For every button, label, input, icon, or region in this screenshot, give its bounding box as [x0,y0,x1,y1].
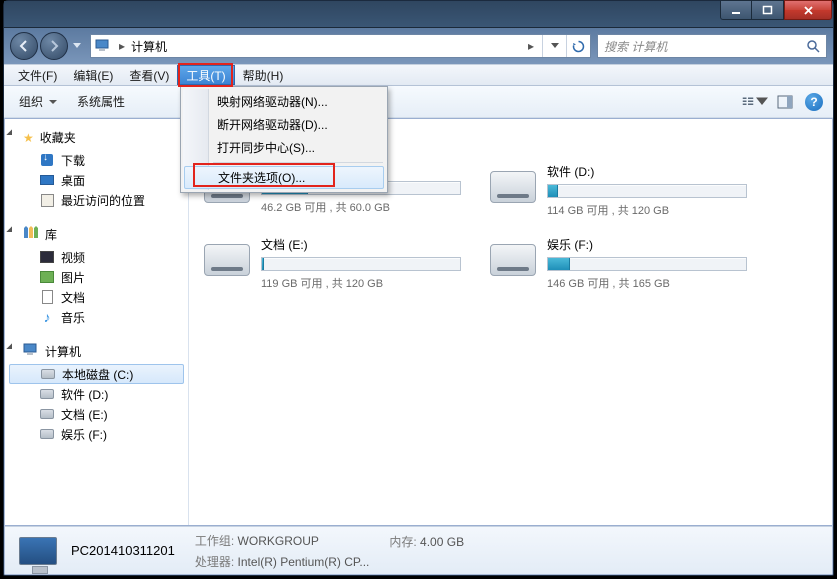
menubar: 文件(F) 编辑(E) 查看(V) 工具(T) 帮助(H) [4,64,833,86]
nav-music[interactable]: ♪ 音乐 [5,307,188,327]
drive-bar [547,257,747,271]
computer-nav-icon [23,343,39,360]
help-button[interactable]: ? [805,93,823,111]
libraries-label: 库 [45,226,57,243]
computer-header[interactable]: 计算机 [5,341,188,364]
nav-pane: ★ 收藏夹 下载 桌面 最近访问的位置 [5,119,189,525]
toolbar-organize[interactable]: 组织 [10,90,66,114]
explorer-window: ▸ 计算机 ▸ 搜索 计算机 文件(F) 编辑(E) 查看(V) 工具(T) 帮… [3,0,834,576]
libraries-group: 库 视频 图片 文档 ♪ 音乐 [5,224,188,327]
refresh-button[interactable] [566,35,590,57]
computer-icon [91,39,115,53]
drive-subtext: 114 GB 可用 , 共 120 GB [547,202,769,218]
nav-documents[interactable]: 文档 [5,287,188,307]
toolbar-system-properties[interactable]: 系统属性 [68,90,134,114]
favorites-group: ★ 收藏夹 下载 桌面 最近访问的位置 [5,127,188,210]
menu-edit[interactable]: 编辑(E) [65,65,121,85]
nav-history-button[interactable] [70,36,84,56]
disk-icon [39,406,55,422]
computer-large-icon [15,531,61,571]
search-placeholder: 搜索 计算机 [598,38,800,55]
nav-desktop[interactable]: 桌面 [5,170,188,190]
nav-row: ▸ 计算机 ▸ 搜索 计算机 [4,28,833,64]
picture-icon [39,269,55,285]
menu-view[interactable]: 查看(V) [121,65,177,85]
nav-drive-e[interactable]: 文档 (E:) [5,404,188,424]
dd-separator [213,162,383,163]
nav-drive-d[interactable]: 软件 (D:) [5,384,188,404]
drive-bar [261,257,461,271]
preview-pane-button[interactable] [771,90,799,114]
view-mode-button[interactable] [741,90,769,114]
details-memory-value: 4.00 GB [420,535,464,549]
nav-forward-button[interactable] [40,32,68,60]
favorites-header[interactable]: ★ 收藏夹 [5,127,188,150]
details-memory-key: 内存: [389,535,416,549]
disk-icon [39,386,55,402]
titlebar [4,1,833,28]
desktop-icon [39,172,55,188]
tools-dropdown: 映射网络驱动器(N)... 断开网络驱动器(D)... 打开同步中心(S)...… [180,86,388,193]
drive-d[interactable]: 软件 (D:) 114 GB 可用 , 共 120 GB [489,163,769,218]
toolbar: 组织 系统属性 uninstall mapdrive 打开控制面板 ? [4,86,833,118]
breadcrumb-arrow-end[interactable]: ▸ [528,39,534,53]
window-controls [720,0,832,20]
drive-icon [489,163,537,203]
minimize-button[interactable] [720,0,752,20]
libraries-icon [23,226,39,243]
favorites-label: 收藏夹 [40,129,76,146]
nav-back-button[interactable] [10,32,38,60]
libraries-header[interactable]: 库 [5,224,188,247]
drive-icon [489,236,537,276]
body-split: ★ 收藏夹 下载 桌面 最近访问的位置 [5,119,832,525]
drive-subtext: 146 GB 可用 , 共 165 GB [547,275,769,291]
details-computer-name: PC201410311201 [71,543,175,558]
dd-disconnect-network-drive[interactable]: 断开网络驱动器(D)... [183,113,385,136]
search-box[interactable]: 搜索 计算机 [597,34,827,58]
dd-folder-options[interactable]: 文件夹选项(O)... [184,166,384,189]
details-cpu-key: 处理器: [195,555,234,569]
recent-icon [39,192,55,208]
disk-icon [40,366,56,382]
music-icon: ♪ [39,309,55,325]
nav-recent[interactable]: 最近访问的位置 [5,190,188,210]
details-cpu-value: Intel(R) Pentium(R) CP... [238,555,370,569]
computer-group: 计算机 本地磁盘 (C:) 软件 (D:) 文档 (E:) 娱乐 (F:) [5,341,188,444]
dd-map-network-drive[interactable]: 映射网络驱动器(N)... [183,90,385,113]
close-button[interactable] [784,0,832,20]
drive-name: 文档 (E:) [261,236,483,253]
video-icon [39,249,55,265]
nav-videos[interactable]: 视频 [5,247,188,267]
download-icon [39,152,55,168]
address-bar[interactable]: ▸ 计算机 ▸ [90,34,591,58]
menu-tools[interactable]: 工具(T) [177,65,234,85]
menu-help[interactable]: 帮助(H) [235,65,292,85]
disk-icon [39,426,55,442]
nav-pictures[interactable]: 图片 [5,267,188,287]
breadcrumb-arrow[interactable]: ▸ [119,39,125,53]
drive-subtext: 46.2 GB 可用 , 共 60.0 GB [261,199,483,215]
details-workgroup-key: 工作组: [195,534,234,548]
nav-downloads[interactable]: 下载 [5,150,188,170]
drive-icon [203,236,251,276]
nav-buttons [10,32,84,60]
dd-open-sync-center[interactable]: 打开同步中心(S)... [183,136,385,159]
menu-file[interactable]: 文件(F) [10,65,65,85]
nav-drive-f[interactable]: 娱乐 (F:) [5,424,188,444]
details-workgroup-value: WORKGROUP [238,534,319,548]
drive-subtext: 119 GB 可用 , 共 120 GB [261,275,483,291]
address-dropdown-button[interactable] [542,35,566,57]
search-icon[interactable] [800,39,826,53]
computer-label: 计算机 [45,343,81,360]
star-icon: ★ [23,131,34,145]
maximize-button[interactable] [752,0,784,20]
document-icon [39,289,55,305]
drive-f[interactable]: 娱乐 (F:) 146 GB 可用 , 共 165 GB [489,236,769,291]
drive-bar [547,184,747,198]
nav-drive-c[interactable]: 本地磁盘 (C:) [9,364,184,384]
details-pane: PC201410311201 工作组: WORKGROUP 处理器: Intel… [5,526,832,574]
drive-name: 娱乐 (F:) [547,236,769,253]
drive-name: 软件 (D:) [547,163,769,180]
drive-e[interactable]: 文档 (E:) 119 GB 可用 , 共 120 GB [203,236,483,291]
